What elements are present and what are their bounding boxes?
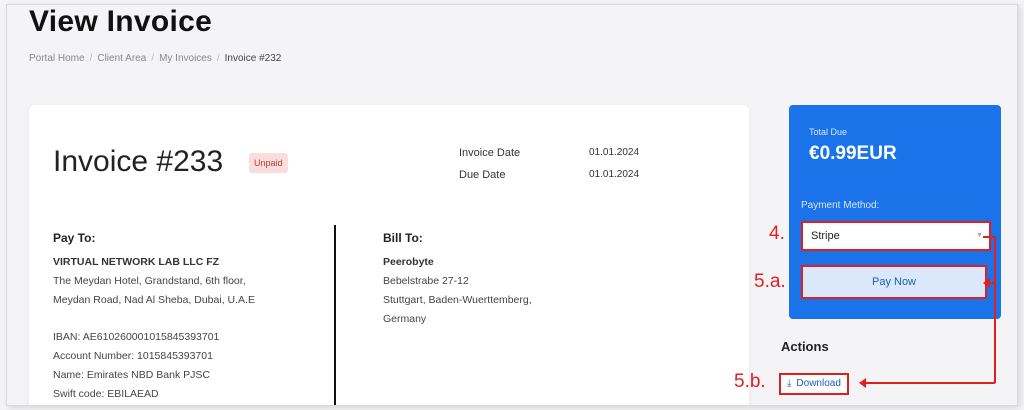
pay-to-bank-name: Name: Emirates NBD Bank PJSC [53,369,210,381]
column-divider [334,225,336,405]
breadcrumb: Portal Home / Client Area / My Invoices / Invo… [29,53,282,64]
pay-to-address-line: The Meydan Hotel, Grandstand, 6th floor, [53,275,246,287]
download-label: Download [796,378,841,389]
breadcrumb-client-area[interactable]: Client Area [97,53,146,64]
pay-to-company: VIRTUAL NETWORK LAB LLC FZ [53,256,220,268]
pay-to-swift: Swift code: EBILAEAD [53,388,159,400]
pay-now-button[interactable]: Pay Now [801,265,987,299]
payment-method-label: Payment Method: [801,200,880,211]
pay-to-heading: Pay To: [53,231,96,245]
bill-to-heading: Bill To: [383,231,423,245]
bill-to-company: Peerobyte [383,256,434,268]
page-title: View Invoice [29,5,213,38]
total-due-card: Total Due €0.99EUR Payment Method: Strip… [789,105,1001,319]
actions-heading: Actions [781,339,829,354]
due-date-row: Due Date 01.01.2024 [459,169,639,181]
total-due-label: Total Due [809,127,848,137]
payment-method-select[interactable]: Stripe ▼ [801,221,991,251]
annotation-step-4: 4. [769,223,785,244]
invoice-date-label: Invoice Date [459,147,521,159]
invoice-date-value: 01.01.2024 [589,147,640,158]
status-badge: Unpaid [249,153,288,173]
invoice-date-row: Invoice Date 01.01.2024 [459,147,639,159]
annotation-step-5b: 5.b. [734,371,766,392]
annotation-arrow [859,378,866,388]
due-date-value: 01.01.2024 [589,169,640,180]
pay-to-section: Pay To: VIRTUAL NETWORK LAB LLC FZ The M… [53,229,313,404]
pay-to-address-line: Meydan Road, Nad Al Sheba, Dubai, U.A.E [53,294,255,306]
annotation-step-5a: 5.a. [754,271,786,292]
screenshot-frame: View Invoice Portal Home / Client Area / My … [6,4,1018,406]
chevron-down-icon: ▼ [976,232,983,239]
total-due-value: €0.99EUR [809,143,897,164]
annotation-connector [994,236,996,383]
breadcrumb-my-invoices[interactable]: My Invoices [159,53,212,64]
invoice-title: Invoice #233 [53,145,224,178]
annotation-connector [865,382,995,384]
bill-to-section: Bill To: Peerobyte Bebelstrabe 27-12 Stu… [383,229,643,329]
download-icon: ⤓ [787,378,792,389]
breadcrumb-portal-home[interactable]: Portal Home [29,53,85,64]
pay-to-iban: IBAN: AE610260001015845393701 [53,331,220,343]
bill-to-address-line: Germany [383,313,427,325]
annotation-arrow [983,278,990,288]
bill-to-address-line: Stuttgart, Baden-Wuerttemberg, [383,294,532,306]
due-date-label: Due Date [459,169,506,181]
invoice-card: Invoice #233 Unpaid Invoice Date 01.01.2… [29,105,749,405]
breadcrumb-current: Invoice #232 [224,53,282,64]
bill-to-address-line: Bebelstrabe 27-12 [383,275,469,287]
pay-to-account-number: Account Number: 1015845393701 [53,350,213,362]
download-button[interactable]: ⤓ Download [779,373,849,395]
payment-method-value: Stripe [811,230,840,242]
